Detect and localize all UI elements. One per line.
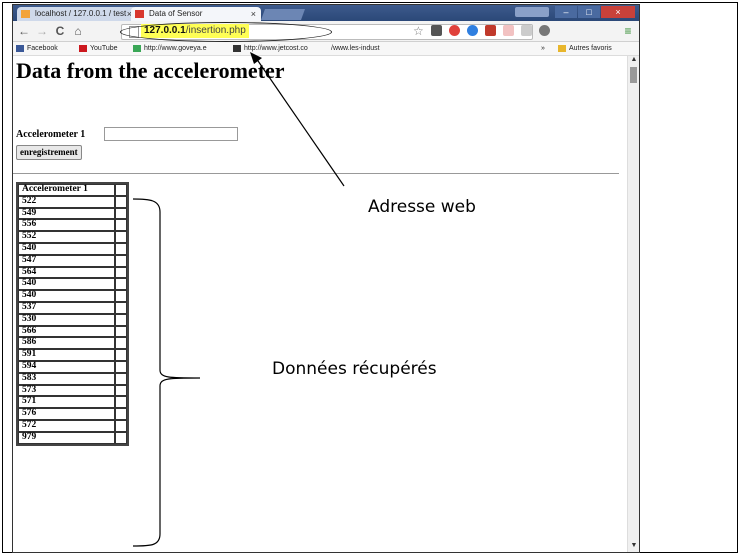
address-pointer-line — [255, 57, 345, 187]
address-pointer-arrowhead — [250, 52, 262, 64]
data-annotation: Données récupérés — [272, 359, 437, 379]
data-brace — [132, 198, 201, 547]
annotation-overlay — [132, 52, 345, 547]
address-annotation: Adresse web — [368, 197, 476, 217]
